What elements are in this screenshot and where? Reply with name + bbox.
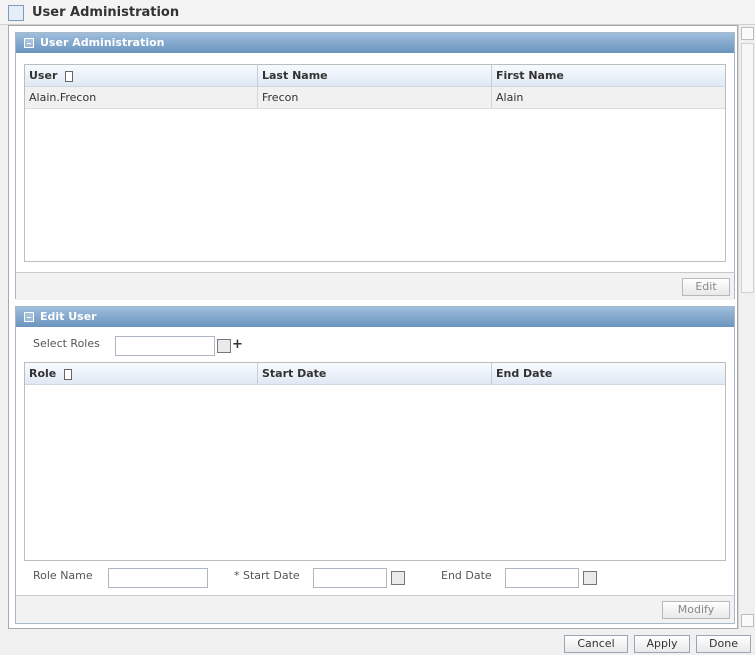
table-cell-first-name: Alain <box>496 91 524 104</box>
edit-user-header: Edit User <box>16 307 734 327</box>
edit-button[interactable]: Edit <box>682 278 730 296</box>
select-roles-input[interactable] <box>115 336 215 356</box>
role-table-header: Role Start Date End Date <box>25 363 725 385</box>
role-table: Role Start Date End Date <box>24 362 726 561</box>
calendar-icon[interactable] <box>391 571 405 585</box>
table-cell-user: Alain.Frecon <box>25 87 258 108</box>
footer-bar: Cancel Apply Done <box>0 629 755 655</box>
user-table-header: User Last Name First Name <box>25 65 725 87</box>
column-header-last-name[interactable]: Last Name <box>258 65 492 86</box>
table-cell-last-name: Frecon <box>258 87 492 108</box>
start-date-label: * Start Date <box>234 569 300 582</box>
select-roles-label: Select Roles <box>33 337 100 350</box>
edit-user-toolbar: Modify <box>16 595 734 623</box>
window-title: User Administration <box>32 5 180 20</box>
vertical-scrollbar[interactable] <box>738 25 755 629</box>
column-header-first-name[interactable]: First Name <box>492 65 725 86</box>
role-name-input[interactable] <box>108 568 208 588</box>
apply-button[interactable]: Apply <box>634 635 690 653</box>
scroll-thumb[interactable] <box>741 43 754 293</box>
table-row[interactable]: Alain.Frecon Frecon Alain <box>25 87 725 109</box>
user-admin-toolbar: Edit <box>16 272 734 300</box>
modify-button[interactable]: Modify <box>662 601 730 619</box>
column-header-start-date[interactable]: Start Date <box>258 363 492 384</box>
panel-title: User Administration <box>40 36 165 49</box>
plus-icon[interactable]: + <box>232 337 243 352</box>
main-content: User Administration User Last Name First… <box>8 25 738 629</box>
user-table: User Last Name First Name Alain.Frecon F… <box>24 64 726 262</box>
calendar-icon[interactable] <box>217 339 231 353</box>
cancel-button[interactable]: Cancel <box>564 635 628 653</box>
panel-title: Edit User <box>40 310 97 323</box>
maximize-icon[interactable] <box>8 5 24 21</box>
edit-user-panel: Edit User Select Roles + Role Start Date… <box>15 306 735 624</box>
scroll-down-icon[interactable] <box>741 614 754 627</box>
window-titlebar: User Administration <box>0 0 755 25</box>
sort-icon[interactable] <box>64 368 73 380</box>
column-header-user[interactable]: User <box>25 65 258 86</box>
scroll-up-icon[interactable] <box>741 27 754 40</box>
sort-icon[interactable] <box>65 70 74 82</box>
user-administration-header: User Administration <box>16 33 734 53</box>
role-name-label: Role Name <box>33 569 93 582</box>
start-date-input[interactable] <box>313 568 387 588</box>
user-administration-panel: User Administration User Last Name First… <box>15 32 735 300</box>
calendar-icon[interactable] <box>583 571 597 585</box>
end-date-input[interactable] <box>505 568 579 588</box>
collapse-icon[interactable] <box>24 312 34 322</box>
collapse-icon[interactable] <box>24 38 34 48</box>
end-date-label: End Date <box>441 569 492 582</box>
column-header-role[interactable]: Role <box>25 363 258 384</box>
done-button[interactable]: Done <box>696 635 751 653</box>
column-header-end-date[interactable]: End Date <box>492 363 725 384</box>
